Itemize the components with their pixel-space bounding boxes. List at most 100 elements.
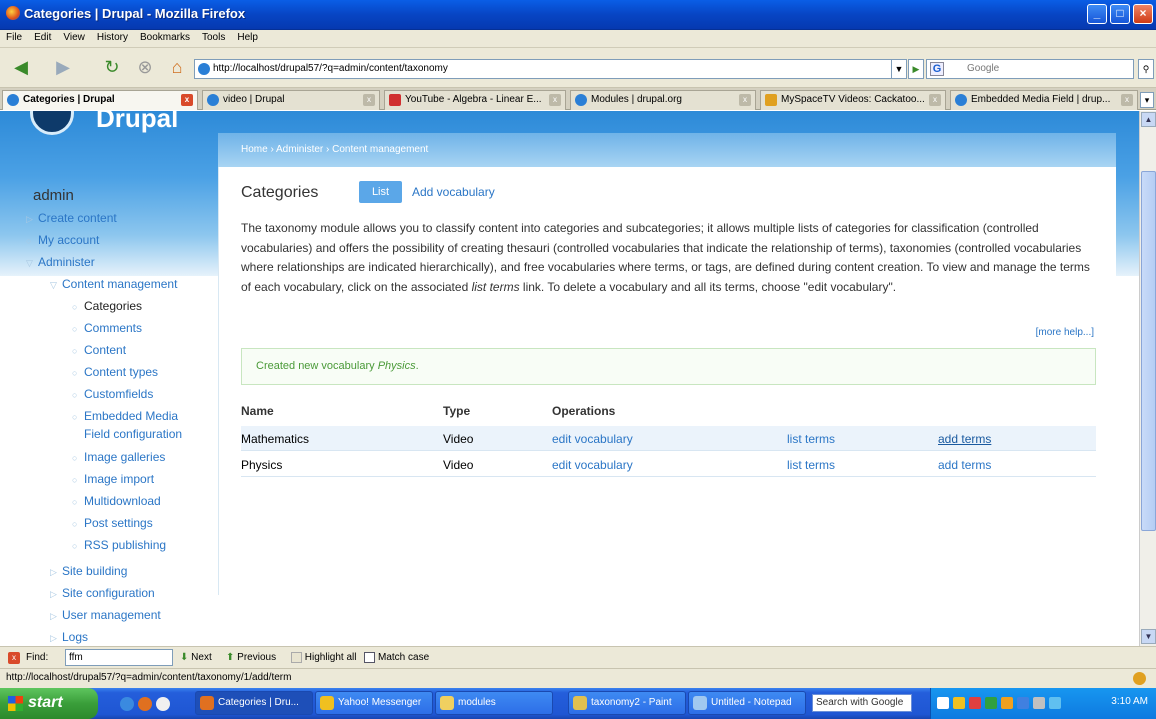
sidebar-item-image-galleries[interactable]: ○ Image galleries	[72, 450, 165, 464]
tab-youtube[interactable]: YouTube - Algebra - Linear E... x	[384, 90, 566, 110]
tab-modules[interactable]: Modules | drupal.org x	[570, 90, 756, 110]
match-case-checkbox[interactable]: Match case	[364, 652, 429, 663]
tray-icon[interactable]	[985, 697, 997, 709]
find-input[interactable]: ffm	[65, 649, 173, 666]
firebug-icon[interactable]	[1133, 672, 1146, 685]
sidebar-item-multidownload[interactable]: ○ Multidownload	[72, 494, 161, 508]
tab-myspacetv[interactable]: MySpaceTV Videos: Cackatoo... x	[760, 90, 946, 110]
scroll-thumb[interactable]	[1141, 171, 1156, 531]
find-close-icon[interactable]: x	[8, 652, 20, 664]
add-terms-link[interactable]: add terms	[938, 432, 991, 446]
search-field[interactable]: G Google	[926, 59, 1134, 79]
taskbar-item-paint[interactable]: taxonomy2 - Paint	[568, 691, 686, 715]
sidebar-item-administer[interactable]: ▽ Administer	[26, 255, 95, 269]
list-terms-link[interactable]: list terms	[787, 458, 835, 472]
add-terms-link[interactable]: add terms	[938, 458, 991, 472]
tab-close-icon[interactable]: x	[929, 94, 941, 106]
tray-icon[interactable]	[1017, 697, 1029, 709]
highlight-all-button[interactable]: Highlight all	[291, 652, 356, 663]
taskbar-search-field[interactable]: Search with Google	[812, 694, 912, 712]
tray-icon[interactable]	[937, 697, 949, 709]
tray-icon[interactable]	[969, 697, 981, 709]
taskbar-item-yahoo[interactable]: Yahoo! Messenger	[315, 691, 433, 715]
forward-icon[interactable]: ▶	[48, 54, 78, 80]
back-icon[interactable]: ◀	[6, 54, 36, 80]
site-name[interactable]: Drupal	[96, 111, 178, 134]
clock[interactable]: 3:10 AM	[1111, 696, 1148, 707]
menu-view[interactable]: View	[57, 30, 91, 45]
tab-close-icon[interactable]: x	[363, 94, 375, 106]
taskbar-item-notepad[interactable]: Untitled - Notepad	[688, 691, 806, 715]
sidebar-item-site-configuration[interactable]: ▷ Site configuration	[50, 586, 155, 600]
tray-icon[interactable]	[953, 697, 965, 709]
sidebar-item-content-types[interactable]: ○ Content types	[72, 365, 158, 379]
quicklaunch-icon[interactable]	[156, 697, 170, 711]
column-header-type: Type	[443, 404, 471, 418]
tab-close-icon[interactable]: x	[739, 94, 751, 106]
go-icon[interactable]: ▶	[908, 59, 924, 79]
tab-list-icon[interactable]: ▾	[1140, 92, 1154, 108]
more-help-link[interactable]: [more help...]	[1036, 327, 1094, 338]
sidebar-item-comments[interactable]: ○ Comments	[72, 321, 142, 335]
url-dropdown-icon[interactable]: ▼	[891, 59, 907, 79]
url-text: http://localhost/drupal57/?q=admin/conte…	[213, 63, 448, 74]
vocabulary-name: Mathematics	[241, 432, 310, 446]
menu-tools[interactable]: Tools	[196, 30, 231, 45]
close-button[interactable]: ×	[1133, 4, 1153, 24]
tab-video[interactable]: video | Drupal x	[202, 90, 380, 110]
sidebar-item-site-building[interactable]: ▷ Site building	[50, 564, 127, 578]
menu-bookmarks[interactable]: Bookmarks	[134, 30, 196, 45]
sidebar-item-image-import[interactable]: ○ Image import	[72, 472, 154, 486]
tray-icon[interactable]	[1033, 697, 1045, 709]
tab-close-icon[interactable]: x	[181, 94, 193, 106]
home-icon[interactable]: ⌂	[164, 54, 190, 80]
breadcrumb[interactable]: Home › Administer › Content management	[218, 133, 1116, 167]
tab-add-vocabulary[interactable]: Add vocabulary	[412, 185, 495, 199]
sidebar-item-categories[interactable]: ○ Categories	[72, 299, 142, 313]
network-icon[interactable]	[1049, 697, 1061, 709]
sidebar-item-my-account[interactable]: ○ My account	[26, 233, 99, 247]
taskbar-item-modules[interactable]: modules	[435, 691, 553, 715]
scroll-up-icon[interactable]: ▲	[1141, 112, 1156, 127]
search-placeholder: Google	[967, 63, 1000, 74]
search-go-icon[interactable]: ⚲	[1138, 59, 1154, 79]
edit-vocabulary-link[interactable]: edit vocabulary	[552, 458, 633, 472]
sidebar-item-content[interactable]: ○ Content	[72, 343, 126, 357]
maximize-button[interactable]: □	[1110, 4, 1130, 24]
sidebar-item-content-management[interactable]: ▽ Content management	[50, 277, 177, 291]
menu-history[interactable]: History	[91, 30, 134, 45]
google-icon[interactable]: G	[930, 62, 944, 76]
stop-icon[interactable]: ⊗	[132, 54, 158, 80]
sidebar-item-logs[interactable]: ▷ Logs	[50, 630, 88, 644]
url-field[interactable]: http://localhost/drupal57/?q=admin/conte…	[194, 59, 892, 79]
find-next-button[interactable]: ⬇ Next	[180, 652, 212, 663]
menu-file[interactable]: File	[0, 30, 28, 45]
sidebar-item-post-settings[interactable]: ○ Post settings	[72, 516, 153, 530]
tab-list[interactable]: List	[359, 181, 402, 203]
tab-close-icon[interactable]: x	[1121, 94, 1133, 106]
sidebar-item-rss-publishing[interactable]: ○ RSS publishing	[72, 538, 166, 552]
tab-categories[interactable]: Categories | Drupal x	[2, 90, 198, 110]
sidebar-item-create-content[interactable]: ▷ Create content	[26, 211, 117, 225]
tray-icon[interactable]	[1001, 697, 1013, 709]
drupal-logo-icon[interactable]	[30, 111, 74, 135]
ie-quicklaunch-icon[interactable]	[120, 697, 134, 711]
find-previous-button[interactable]: ⬆ Previous	[226, 652, 276, 663]
menu-help[interactable]: Help	[231, 30, 264, 45]
sidebar-item-customfields[interactable]: ○ Customfields	[72, 387, 153, 401]
taskbar-item-firefox[interactable]: Categories | Dru...	[195, 691, 313, 715]
tab-embedded-media[interactable]: Embedded Media Field | drup... x	[950, 90, 1138, 110]
sidebar-item-user-management[interactable]: ▷ User management	[50, 608, 161, 622]
scroll-down-icon[interactable]: ▼	[1141, 629, 1156, 644]
edit-vocabulary-link[interactable]: edit vocabulary	[552, 432, 633, 446]
list-terms-link[interactable]: list terms	[787, 432, 835, 446]
firefox-quicklaunch-icon[interactable]	[138, 697, 152, 711]
menu-edit[interactable]: Edit	[28, 30, 57, 45]
sidebar-item-embedded-media[interactable]: ○ Embedded Media	[72, 409, 178, 423]
start-button[interactable]: start	[0, 688, 98, 719]
reload-icon[interactable]: ↻	[98, 54, 126, 80]
vertical-scrollbar[interactable]: ▲ ▼	[1139, 111, 1156, 646]
sidebar-item-field-configuration[interactable]: Field configuration	[84, 427, 182, 441]
tab-close-icon[interactable]: x	[549, 94, 561, 106]
minimize-button[interactable]: _	[1087, 4, 1107, 24]
